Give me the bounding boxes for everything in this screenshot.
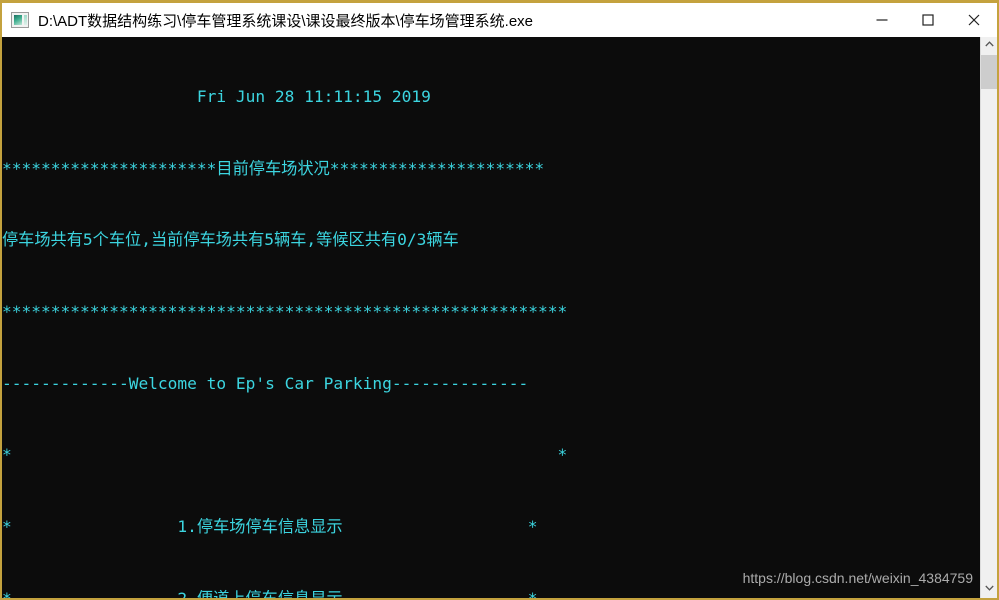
minimize-button[interactable] [859,4,905,36]
scroll-up-button[interactable] [981,37,997,54]
console-line-divider-top: ****************************************… [2,301,568,321]
console-line-header: **********************目前停车场状况***********… [2,158,545,178]
scroll-down-button[interactable] [981,581,997,598]
application-window: D:\ADT数据结构练习\停车管理系统课设\课设最终版本\停车场管理系统.exe… [0,0,999,600]
console-line-banner: -------------Welcome to Ep's Car Parking… [2,373,529,393]
window-title: D:\ADT数据结构练习\停车管理系统课设\课设最终版本\停车场管理系统.exe [38,12,534,30]
console-line-datetime: Fri Jun 28 11:11:15 2019 [2,86,431,106]
maximize-button[interactable] [905,4,951,36]
maximize-icon [922,14,934,26]
scroll-thumb[interactable] [981,55,997,89]
console-line-capacity: 停车场共有5个车位,当前停车场共有5辆车,等候区共有0/3辆车 [2,230,459,250]
minimize-icon [876,19,888,21]
menu-item-2[interactable]: * 2.便道上停车信息显示 * [2,587,968,598]
vertical-scrollbar[interactable] [980,37,997,598]
chevron-down-icon [985,585,994,591]
close-button[interactable] [951,4,997,36]
title-bar[interactable]: D:\ADT数据结构练习\停车管理系统课设\课设最终版本\停车场管理系统.exe [2,3,997,37]
chevron-up-icon [985,41,994,47]
console-app-icon [11,12,29,28]
console-output-area[interactable]: Fri Jun 28 11:11:15 2019 ***************… [2,37,997,598]
console-line-blank-1: * * [2,445,568,465]
menu-item-1[interactable]: * 1.停车场停车信息显示 * [2,515,968,539]
watermark: https://blog.csdn.net/weixin_4384759 [742,570,973,586]
console-text: Fri Jun 28 11:11:15 2019 ***************… [2,37,968,598]
close-icon [968,14,980,26]
